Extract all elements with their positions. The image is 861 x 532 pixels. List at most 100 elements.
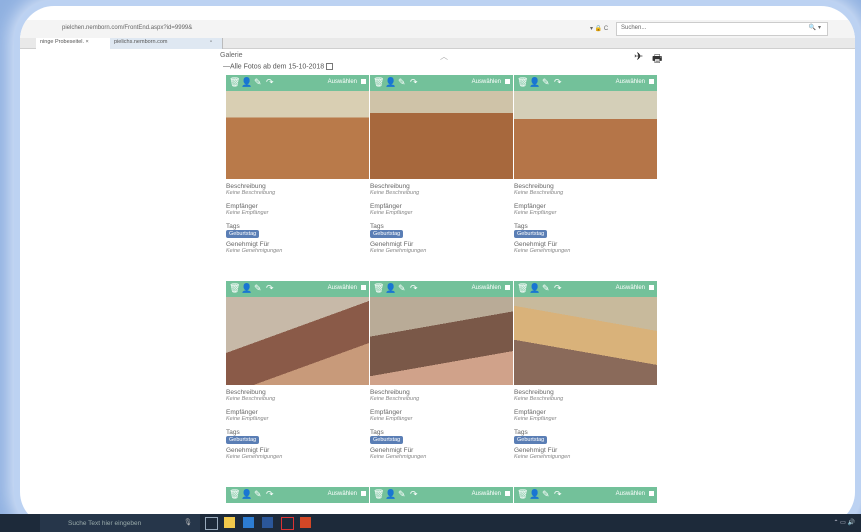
share-arrow-icon[interactable]: ↷ bbox=[410, 283, 418, 294]
date-filter[interactable]: —Alle Fotos ab dem 15-10-2018 bbox=[223, 63, 334, 70]
chevron-up-icon[interactable]: ︿ bbox=[440, 51, 448, 62]
share-arrow-icon[interactable]: ↷ bbox=[410, 489, 418, 500]
trash-icon[interactable]: 🗑 bbox=[373, 283, 384, 294]
select-checkbox[interactable] bbox=[649, 79, 654, 84]
trash-icon[interactable]: 🗑 bbox=[229, 77, 240, 88]
gallery-photo[interactable] bbox=[370, 297, 513, 385]
url-field[interactable]: pielchen.nemborn.com/FrontEnd.aspx?id=99… bbox=[62, 25, 192, 31]
start-icon[interactable] bbox=[8, 517, 19, 528]
share-arrow-icon[interactable]: ↷ bbox=[266, 77, 274, 88]
print-icon[interactable]: 🖶 bbox=[652, 50, 662, 69]
pencil-icon[interactable]: ✎ bbox=[254, 489, 262, 500]
date-filter-checkbox[interactable] bbox=[326, 63, 334, 70]
pencil-icon[interactable]: ✎ bbox=[542, 489, 550, 500]
tag-badge[interactable]: Geburtstag bbox=[226, 230, 260, 238]
select-checkbox[interactable] bbox=[649, 491, 654, 496]
person-icon[interactable]: 👤 bbox=[529, 283, 540, 294]
select-checkbox[interactable] bbox=[361, 285, 366, 290]
pencil-icon[interactable]: ✎ bbox=[398, 283, 406, 294]
url-controls[interactable]: ▾ 🔒 C bbox=[590, 25, 608, 32]
tag-badge[interactable]: Geburtstag bbox=[226, 436, 260, 444]
recipients-value: Keine Empfänger bbox=[514, 210, 557, 216]
word-icon[interactable] bbox=[262, 517, 273, 528]
person-icon[interactable]: 👤 bbox=[385, 283, 396, 294]
pencil-icon[interactable]: ✎ bbox=[398, 489, 406, 500]
person-icon[interactable]: 👤 bbox=[241, 283, 252, 294]
tab-probeseite[interactable]: ninge Probeseitel. × bbox=[36, 38, 115, 49]
photo-card: 🗑 👤 ✎ ↷ Auswählen bbox=[370, 487, 513, 517]
select-label[interactable]: Auswählen bbox=[472, 79, 501, 85]
tag-badge[interactable]: Geburtstag bbox=[370, 436, 404, 444]
tags-label: Tags bbox=[514, 429, 528, 436]
select-checkbox[interactable] bbox=[505, 491, 510, 496]
pencil-icon[interactable]: ✎ bbox=[398, 77, 406, 88]
gallery-photo[interactable] bbox=[226, 91, 369, 179]
select-label[interactable]: Auswählen bbox=[328, 491, 357, 497]
select-checkbox[interactable] bbox=[361, 79, 366, 84]
search-placeholder: Suchen... bbox=[621, 25, 647, 31]
person-icon[interactable]: 👤 bbox=[529, 77, 540, 88]
system-tray[interactable]: ⌃ ▭ 🔊 bbox=[833, 519, 855, 526]
trash-icon[interactable]: 🗑 bbox=[517, 283, 528, 294]
tag-badge[interactable]: Geburtstag bbox=[514, 230, 548, 238]
person-icon[interactable]: 👤 bbox=[241, 489, 252, 500]
trash-icon[interactable]: 🗑 bbox=[373, 77, 384, 88]
search-input[interactable]: Suchen... 🔍 ▾ bbox=[616, 22, 828, 36]
mic-icon[interactable]: 🎙 bbox=[184, 518, 192, 526]
share-arrow-icon[interactable]: ↷ bbox=[554, 489, 562, 500]
gallery-photo[interactable] bbox=[370, 91, 513, 179]
trash-icon[interactable]: 🗑 bbox=[517, 489, 528, 500]
select-label[interactable]: Auswählen bbox=[328, 79, 357, 85]
card-meta: Beschreibung Keine Beschreibung Empfänge… bbox=[514, 183, 657, 261]
gallery-photo[interactable] bbox=[226, 297, 369, 385]
pencil-icon[interactable]: ✎ bbox=[542, 77, 550, 88]
gallery-photo[interactable] bbox=[514, 91, 657, 179]
select-checkbox[interactable] bbox=[505, 285, 510, 290]
photo-card: 🗑 👤 ✎ ↷ Auswählen Beschreibung Keine Bes… bbox=[514, 281, 657, 481]
card-meta: Beschreibung Keine Beschreibung Empfänge… bbox=[514, 389, 657, 467]
share-arrow-icon[interactable]: ↷ bbox=[410, 77, 418, 88]
share-arrow-icon[interactable]: ↷ bbox=[266, 489, 274, 500]
trash-icon[interactable]: 🗑 bbox=[229, 283, 240, 294]
trash-icon[interactable]: 🗑 bbox=[229, 489, 240, 500]
trash-icon[interactable]: 🗑 bbox=[373, 489, 384, 500]
share-arrow-icon[interactable]: ↷ bbox=[266, 283, 274, 294]
select-label[interactable]: Auswählen bbox=[328, 285, 357, 291]
select-checkbox[interactable] bbox=[649, 285, 654, 290]
tag-badge[interactable]: Geburtstag bbox=[514, 436, 548, 444]
trash-icon[interactable]: 🗑 bbox=[517, 77, 528, 88]
approved-label: Genehmigt Für bbox=[370, 241, 414, 248]
recipients-value: Keine Empfänger bbox=[226, 416, 269, 422]
taskbar-search-text: Suche Text hier eingeben bbox=[68, 520, 142, 527]
tag-badge[interactable]: Geburtstag bbox=[370, 230, 404, 238]
approved-value: Keine Genehmigungen bbox=[370, 248, 427, 254]
select-label[interactable]: Auswählen bbox=[472, 285, 501, 291]
acrobat-icon[interactable] bbox=[281, 517, 294, 530]
select-label[interactable]: Auswählen bbox=[616, 285, 645, 291]
person-icon[interactable]: 👤 bbox=[385, 489, 396, 500]
new-tab-button[interactable]: ▫ bbox=[206, 38, 223, 49]
person-icon[interactable]: 👤 bbox=[529, 489, 540, 500]
search-icon[interactable]: 🔍 ▾ bbox=[809, 24, 821, 31]
person-icon[interactable]: 👤 bbox=[241, 77, 252, 88]
explorer-icon[interactable] bbox=[224, 517, 235, 528]
select-checkbox[interactable] bbox=[505, 79, 510, 84]
pencil-icon[interactable]: ✎ bbox=[254, 283, 262, 294]
gallery-photo[interactable] bbox=[514, 297, 657, 385]
taskbar-search[interactable]: Suche Text hier eingeben 🎙 bbox=[40, 514, 200, 532]
select-label[interactable]: Auswählen bbox=[616, 491, 645, 497]
task-view-icon[interactable] bbox=[205, 517, 218, 530]
share-arrow-icon[interactable]: ↷ bbox=[554, 77, 562, 88]
person-icon[interactable]: 👤 bbox=[385, 77, 396, 88]
recipients-label: Empfänger bbox=[226, 203, 258, 210]
select-label[interactable]: Auswählen bbox=[616, 79, 645, 85]
select-checkbox[interactable] bbox=[361, 491, 366, 496]
edge-icon[interactable] bbox=[243, 517, 254, 528]
powerpoint-icon[interactable] bbox=[300, 517, 311, 528]
pencil-icon[interactable]: ✎ bbox=[254, 77, 262, 88]
tab-pielichs[interactable]: pielichs.nemborn.com bbox=[110, 38, 213, 49]
select-label[interactable]: Auswählen bbox=[472, 491, 501, 497]
share-icon[interactable]: ✈ bbox=[634, 50, 643, 63]
share-arrow-icon[interactable]: ↷ bbox=[554, 283, 562, 294]
pencil-icon[interactable]: ✎ bbox=[542, 283, 550, 294]
